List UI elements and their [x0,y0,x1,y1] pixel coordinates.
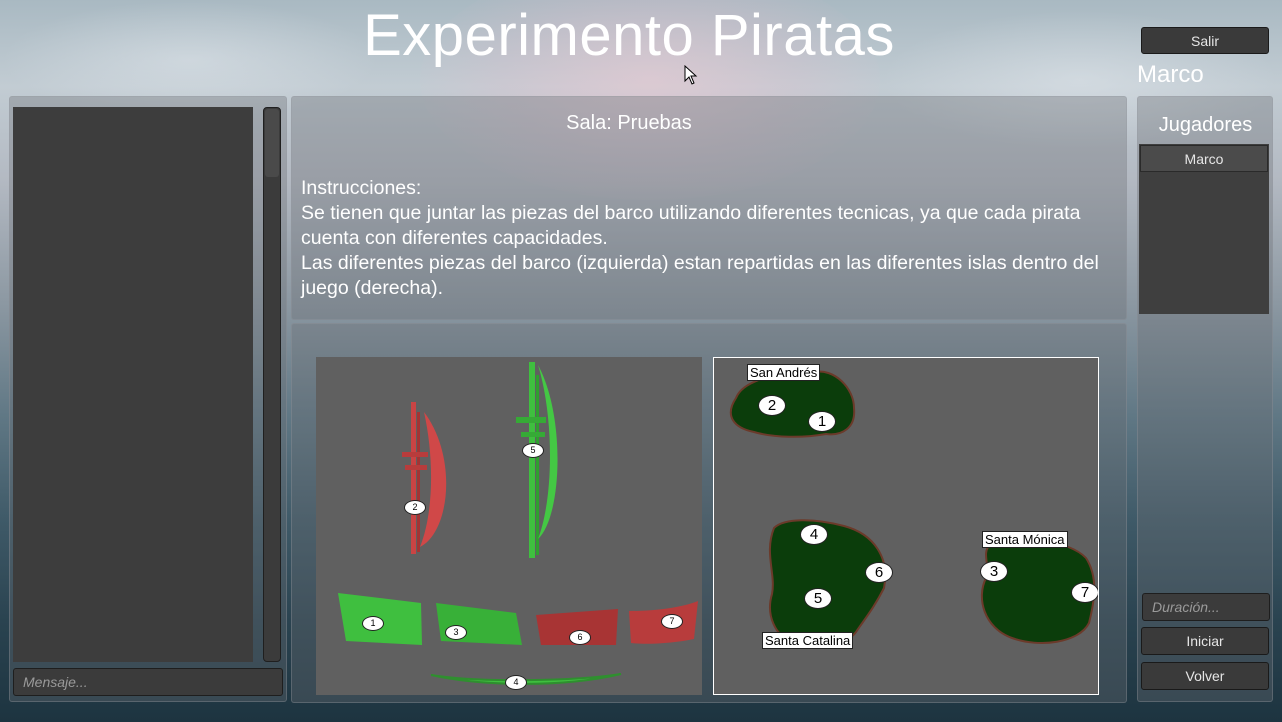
instructions-line-1: Se tienen que juntar las piezas del barc… [301,202,1081,249]
scrollbar-thumb[interactable] [265,109,279,177]
piece-label-2: 2 [404,500,426,515]
island-santa-catalina [768,519,887,648]
chat-log [13,107,253,662]
chat-scrollbar[interactable] [263,107,281,662]
instructions: Instrucciones: Se tienen que juntar las … [301,176,1116,301]
map-marker-2: 2 [758,395,786,416]
map-marker-5: 5 [804,588,832,609]
island-label-santa-monica: Santa Mónica [982,531,1068,548]
back-button[interactable]: Volver [1141,662,1269,690]
island-label-san-andres: San Andrés [747,364,821,381]
piece-label-6: 6 [569,630,591,645]
mast-red [402,402,447,554]
duration-input[interactable]: Duración... [1142,593,1270,621]
username: Marco [1137,61,1204,88]
island-san-andres [729,370,856,438]
piece-label-5: 5 [522,443,544,458]
map-marker-4: 4 [800,524,828,545]
ship-pieces-image: 2 5 1 3 6 7 4 [316,357,702,695]
message-input[interactable]: Mensaje... [13,668,283,696]
room-label: Sala: Pruebas [566,112,692,134]
exit-button[interactable]: Salir [1141,27,1269,54]
piece-label-4: 4 [505,675,527,690]
islands-map: San Andrés Santa Catalina Santa Mónica 2… [713,357,1099,695]
map-marker-6: 6 [865,562,893,583]
piece-label-7: 7 [661,614,683,629]
map-marker-3: 3 [980,561,1008,582]
player-item[interactable]: Marco [1140,145,1268,172]
players-title: Jugadores [1158,114,1253,136]
app-title: Experimento Piratas [363,3,895,68]
map-marker-7: 7 [1071,582,1098,603]
instructions-heading: Instrucciones: [301,177,422,199]
map-marker-1: 1 [808,411,836,432]
piece-label-1: 1 [362,616,384,631]
hull-pieces [338,593,698,685]
start-button[interactable]: Iniciar [1141,627,1269,655]
piece-label-3: 3 [445,625,467,640]
instructions-line-2: Las diferentes piezas del barco (izquier… [301,252,1099,299]
ship-pieces-drawing [338,362,698,685]
island-label-santa-catalina: Santa Catalina [762,632,854,649]
mast-green [516,362,558,558]
mouse-cursor-icon [684,64,698,90]
